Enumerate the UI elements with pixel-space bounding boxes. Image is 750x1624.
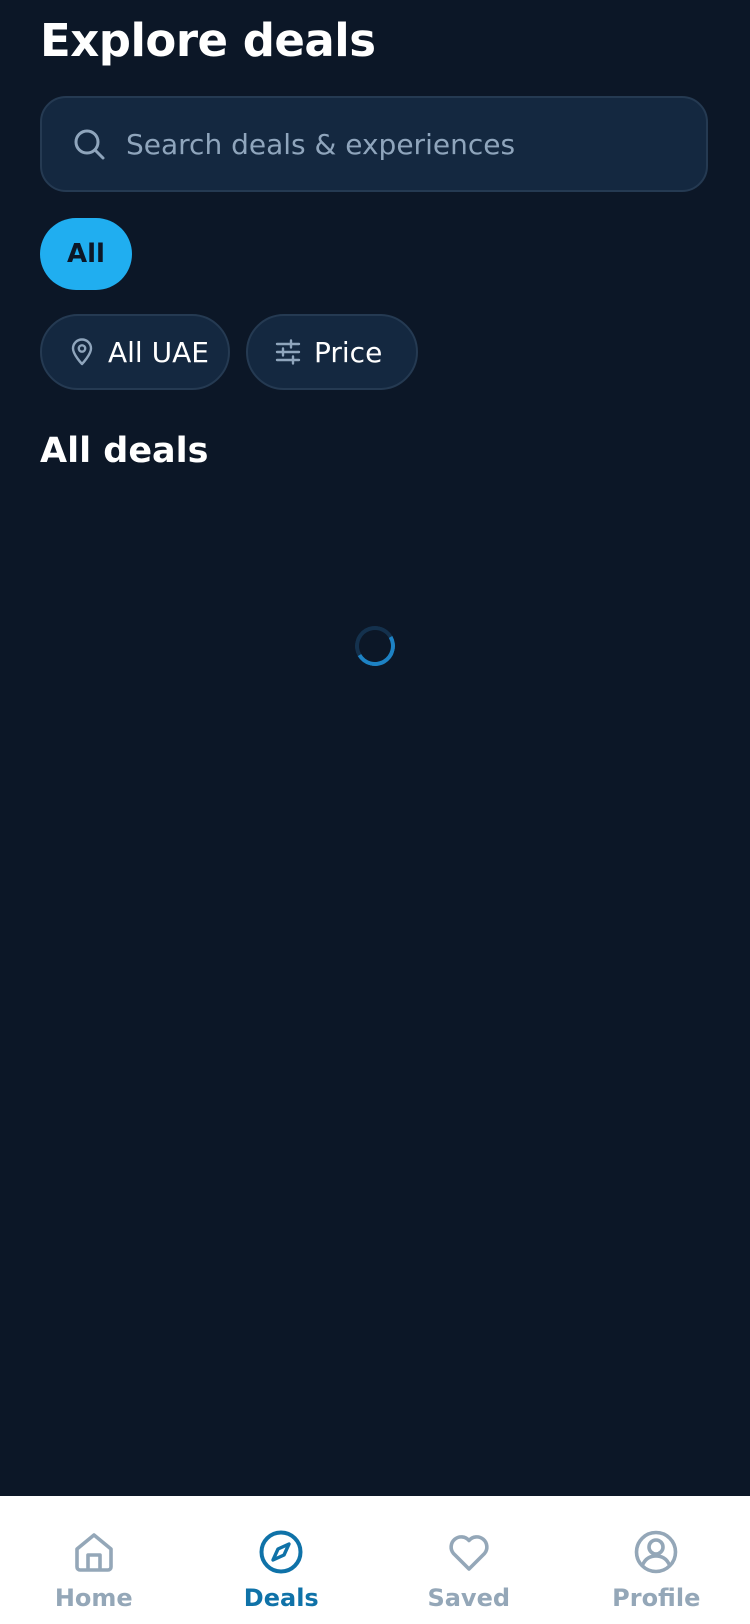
nav-label-home: Home xyxy=(54,1584,133,1612)
sliders-icon xyxy=(275,339,301,365)
user-circle-icon xyxy=(634,1530,678,1574)
location-filter-label: All UAE xyxy=(108,335,209,369)
nav-label-profile: Profile xyxy=(612,1584,701,1612)
heart-icon xyxy=(449,1535,489,1571)
section-heading: All deals xyxy=(40,431,209,471)
nav-item-profile[interactable]: Profile xyxy=(563,1496,750,1624)
price-filter-chip[interactable]: Price xyxy=(246,314,418,390)
deals-screen: Explore deals All All UAE Price xyxy=(0,0,750,1624)
search-input[interactable] xyxy=(126,127,686,161)
category-pill-label: All xyxy=(67,239,105,269)
loading-spinner xyxy=(350,621,400,671)
home-icon xyxy=(74,1533,113,1572)
page-title: Explore deals xyxy=(40,14,376,67)
map-pin-icon xyxy=(71,338,93,366)
search-bar[interactable] xyxy=(40,96,708,192)
nav-label-deals: Deals xyxy=(243,1584,319,1612)
compass-icon xyxy=(259,1530,303,1574)
bottom-nav: Home Deals Saved Profile xyxy=(0,1496,750,1624)
nav-item-saved[interactable]: Saved xyxy=(375,1496,563,1624)
price-filter-label: Price xyxy=(314,335,383,369)
category-pill-all[interactable]: All xyxy=(40,218,132,290)
nav-item-deals[interactable]: Deals xyxy=(188,1496,376,1624)
location-filter-chip[interactable]: All UAE xyxy=(40,314,230,390)
nav-label-saved: Saved xyxy=(427,1584,511,1612)
search-icon xyxy=(74,129,105,160)
nav-item-home[interactable]: Home xyxy=(0,1496,188,1624)
